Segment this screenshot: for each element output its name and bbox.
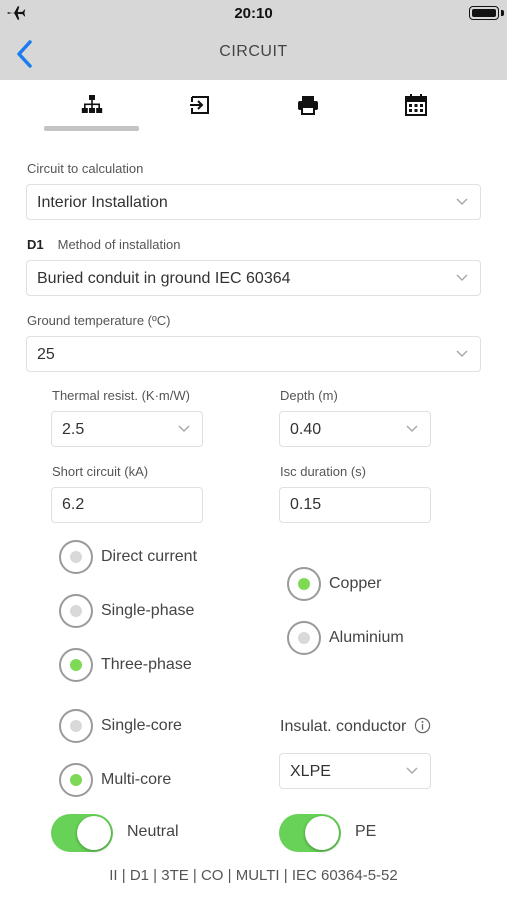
- ground-temp-label: Ground temperature (ºC): [27, 313, 171, 328]
- insulation-value: XLPE: [290, 763, 331, 780]
- hierarchy-icon: [81, 95, 103, 113]
- thermal-value: 2.5: [62, 421, 85, 438]
- insulation-label-row: Insulat. conductor: [280, 717, 431, 736]
- tab-print[interactable]: [253, 80, 363, 130]
- ground-temp-value: 25: [37, 346, 55, 363]
- toggle-knob: [77, 816, 111, 850]
- thermal-select[interactable]: 2.5: [51, 411, 203, 447]
- chevron-down-icon: [406, 767, 418, 775]
- method-select[interactable]: Buried conduit in ground IEC 60364: [26, 260, 481, 296]
- circuit-summary: II | D1 | 3TE | CO | MULTI | IEC 60364-5…: [109, 867, 398, 884]
- pe-toggle[interactable]: [279, 814, 341, 852]
- status-bar: 20:10: [0, 0, 507, 28]
- radio-dot: [70, 720, 82, 732]
- depth-select[interactable]: 0.40: [279, 411, 431, 447]
- radio-circle: [59, 763, 93, 797]
- method-label-row: D1 Method of installation: [27, 237, 180, 252]
- status-time: 20:10: [234, 5, 273, 22]
- radio-copper[interactable]: Copper: [287, 567, 381, 601]
- radio-circle: [59, 540, 93, 574]
- radio-circle: [59, 594, 93, 628]
- circuit-value: Interior Installation: [37, 194, 168, 211]
- radio-dot: [70, 605, 82, 617]
- radio-aluminium[interactable]: Aluminium: [287, 621, 404, 655]
- radio-label: Aluminium: [329, 629, 404, 646]
- radio-label: Three-phase: [101, 656, 192, 673]
- insulation-select[interactable]: XLPE: [279, 753, 431, 789]
- method-code: D1: [27, 237, 44, 252]
- toggle-knob: [305, 816, 339, 850]
- chevron-down-icon: [406, 425, 418, 433]
- chevron-down-icon: [456, 198, 468, 206]
- radio-label: Copper: [329, 575, 382, 592]
- method-label: Method of installation: [57, 237, 181, 252]
- depth-value: 0.40: [290, 421, 322, 438]
- tab-selected-indicator: [44, 126, 139, 131]
- calendar-icon: [405, 94, 427, 116]
- radio-label: Direct current: [101, 548, 198, 565]
- isc-duration-input[interactable]: 0.15: [279, 487, 431, 523]
- chevron-down-icon: [178, 425, 190, 433]
- radio-multi-core[interactable]: Multi-core: [59, 763, 171, 797]
- export-icon: [190, 96, 209, 114]
- insulation-label: Insulat. conductor: [280, 718, 407, 735]
- printer-icon: [298, 96, 318, 115]
- radio-circle: [287, 567, 321, 601]
- neutral-toggle[interactable]: [51, 814, 113, 852]
- radio-dot: [298, 578, 310, 590]
- radio-single-core[interactable]: Single-core: [59, 709, 182, 743]
- radio-circle: [59, 648, 93, 682]
- circuit-label: Circuit to calculation: [27, 161, 144, 176]
- battery-icon: [469, 6, 499, 20]
- radio-direct-current[interactable]: Direct current: [59, 540, 197, 574]
- page-title: CIRCUIT: [219, 43, 288, 60]
- info-icon[interactable]: [414, 717, 431, 734]
- method-value: Buried conduit in ground IEC 60364: [37, 270, 291, 287]
- ground-temp-select[interactable]: 25: [26, 336, 481, 372]
- pe-label: PE: [355, 823, 377, 840]
- radio-circle: [59, 709, 93, 743]
- depth-label: Depth (m): [280, 388, 338, 403]
- radio-single-phase[interactable]: Single-phase: [59, 594, 194, 628]
- short-circuit-label: Short circuit (kA): [52, 464, 149, 479]
- navigation-bar: CIRCUIT: [0, 28, 507, 80]
- tab-circuit[interactable]: [37, 80, 147, 130]
- radio-dot: [70, 659, 82, 671]
- tab-bar: [0, 80, 507, 136]
- battery-tip: [501, 10, 504, 16]
- isc-duration-label: Isc duration (s): [280, 464, 366, 479]
- radio-dot: [70, 774, 82, 786]
- circuit-select[interactable]: Interior Installation: [26, 184, 481, 220]
- neutral-label: Neutral: [127, 823, 179, 840]
- short-circuit-input[interactable]: 6.2: [51, 487, 203, 523]
- radio-dot: [298, 632, 310, 644]
- radio-three-phase[interactable]: Three-phase: [59, 648, 192, 682]
- tab-calendar[interactable]: [361, 80, 471, 130]
- radio-label: Single-phase: [101, 602, 195, 619]
- radio-label: Multi-core: [101, 771, 172, 788]
- thermal-label: Thermal resist. (K·m/W): [52, 388, 190, 403]
- chevron-down-icon: [456, 274, 468, 282]
- radio-label: Single-core: [101, 717, 182, 734]
- radio-dot: [70, 551, 82, 563]
- chevron-down-icon: [456, 350, 468, 358]
- tab-export[interactable]: [145, 80, 255, 130]
- radio-circle: [287, 621, 321, 655]
